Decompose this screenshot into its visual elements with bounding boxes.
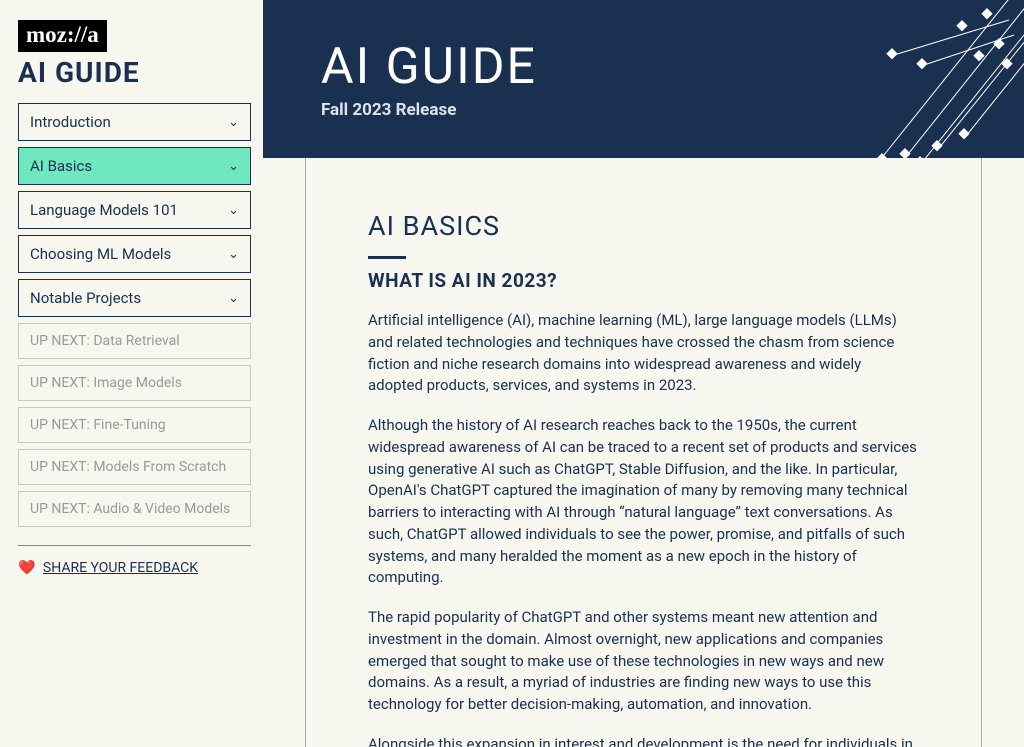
heart-icon: ❤️ [18, 560, 35, 576]
section-heading: WHAT IS AI IN 2023? [368, 269, 919, 292]
upnext-item: UP NEXT: Models From Scratch [18, 449, 251, 485]
mozilla-logo[interactable]: moz://a [18, 20, 107, 52]
upnext-item: UP NEXT: Fine-Tuning [18, 407, 251, 443]
feedback-link[interactable]: ❤️ SHARE YOUR FEEDBACK [18, 560, 251, 576]
chevron-down-icon: ⌄ [228, 203, 239, 218]
chevron-down-icon: ⌄ [228, 115, 239, 130]
sidebar: moz://a AI GUIDE Introduction ⌄ AI Basic… [0, 0, 263, 747]
paragraph: Alongside this expansion in interest and… [368, 734, 919, 747]
chevron-down-icon: ⌄ [228, 291, 239, 306]
upnext-item: UP NEXT: Audio & Video Models [18, 491, 251, 527]
page-title: AI BASICS [368, 210, 919, 242]
sidebar-item-label: Notable Projects [30, 289, 141, 307]
sidebar-item-introduction[interactable]: Introduction ⌄ [18, 103, 251, 141]
chevron-down-icon: ⌄ [228, 159, 239, 174]
article-content: AI BASICS WHAT IS AI IN 2023? Artificial… [305, 158, 982, 747]
sidebar-item-choosing-ml[interactable]: Choosing ML Models ⌄ [18, 235, 251, 273]
sidebar-item-label: Choosing ML Models [30, 245, 171, 263]
banner: AI GUIDE Fall 2023 Release [263, 0, 1024, 158]
sidebar-item-label: AI Basics [30, 157, 92, 175]
paragraph: Although the history of AI research reac… [368, 415, 919, 589]
upnext-item: UP NEXT: Data Retrieval [18, 323, 251, 359]
banner-title: AI GUIDE [321, 38, 537, 96]
sidebar-item-notable-projects[interactable]: Notable Projects ⌄ [18, 279, 251, 317]
divider [18, 545, 251, 546]
sidebar-item-label: Language Models 101 [30, 201, 178, 219]
upnext-item: UP NEXT: Image Models [18, 365, 251, 401]
title-underline [368, 256, 406, 259]
feedback-label[interactable]: SHARE YOUR FEEDBACK [43, 560, 198, 576]
circuit-graphic [804, 0, 1024, 158]
main: AI GUIDE Fall 2023 Release AI BASICS [263, 0, 1024, 747]
sidebar-item-language-models[interactable]: Language Models 101 ⌄ [18, 191, 251, 229]
chevron-down-icon: ⌄ [228, 247, 239, 262]
sidebar-item-label: Introduction [30, 113, 111, 131]
paragraph: Artificial intelligence (AI), machine le… [368, 310, 919, 397]
sidebar-title: AI GUIDE [18, 56, 251, 89]
banner-subtitle: Fall 2023 Release [321, 100, 537, 120]
paragraph: The rapid popularity of ChatGPT and othe… [368, 607, 919, 716]
sidebar-item-ai-basics[interactable]: AI Basics ⌄ [18, 147, 251, 185]
